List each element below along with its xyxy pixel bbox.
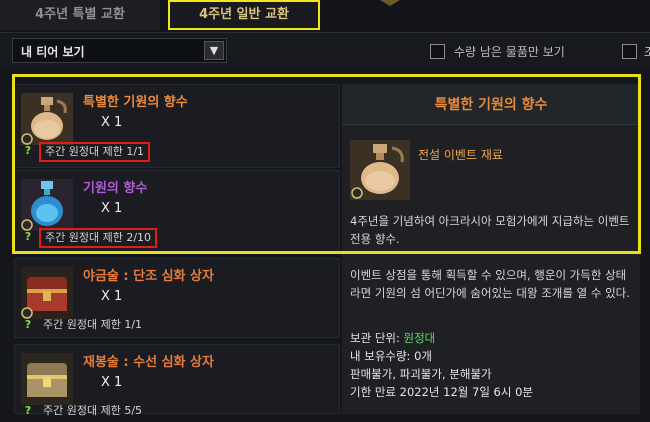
- owned-quantity: 내 보유수량: 0개: [350, 348, 432, 364]
- tab-general-exchange[interactable]: 4주년 일반 교환: [168, 0, 320, 30]
- question-icon[interactable]: ?: [21, 404, 35, 418]
- item-category: 전설 이벤트 재료: [418, 148, 503, 162]
- item-quantity: X 1: [101, 375, 123, 390]
- acquisition-text: 이벤트 상점을 통해 획득할 수 있으며, 행운이 가득한 상태라면 기원의 섬…: [350, 268, 630, 300]
- weekly-limit: 주간 원정대 제한 1/1: [39, 142, 151, 162]
- list-item[interactable]: 재봉술 : 수선 심화 상자 X 1 ? 주간 원정대 제한 5/5: [14, 344, 340, 417]
- weekly-limit: 주간 원정대 제한 5/5: [43, 404, 143, 417]
- tier-dropdown-label: 내 티어 보기: [21, 45, 85, 59]
- tab-bar: 4주년 특별 교환 4주년 일반 교환: [0, 0, 650, 33]
- item-detail-panel: 특별한 기원의 향수 전설 이벤트 재료 4주년을 기념하여 아크라시아 모험가…: [342, 84, 640, 414]
- item-quantity: X 1: [101, 115, 123, 130]
- expiry-date: 기한 만료 2022년 12월 7일 6시 0분: [350, 385, 534, 399]
- restriction-no-destroy: 파괴불가: [399, 367, 442, 381]
- list-item[interactable]: 기원의 향수 X 1 ? 주간 원정대 제한 2/10: [14, 170, 340, 254]
- item-quantity: X 1: [101, 289, 123, 304]
- tier-dropdown[interactable]: 내 티어 보기 ▼: [12, 38, 227, 63]
- red-chest-icon: [21, 267, 73, 319]
- restriction-no-sell: 판매불가: [350, 367, 393, 381]
- owned-value: 0개: [414, 349, 432, 363]
- storage-value: 원정대: [403, 331, 436, 345]
- item-name: 기원의 향수: [83, 181, 148, 196]
- second-filter-checkbox[interactable]: [622, 44, 637, 59]
- ornament-icon: [380, 0, 400, 6]
- weekly-limit: 주간 원정대 제한 2/10: [39, 228, 158, 248]
- item-name: 특별한 기원의 향수: [83, 95, 188, 110]
- question-icon[interactable]: ?: [21, 144, 35, 158]
- owned-label: 내 보유수량:: [350, 349, 415, 363]
- storage-unit: 보관 단위: 원정대: [350, 330, 435, 346]
- question-icon[interactable]: ?: [21, 318, 35, 332]
- perfume-bottle-icon: [21, 93, 73, 145]
- tab-special-exchange[interactable]: 4주년 특별 교환: [0, 0, 160, 30]
- question-icon[interactable]: ?: [21, 230, 35, 244]
- gold-chest-icon: [21, 353, 73, 405]
- detail-title: 특별한 기원의 향수: [434, 97, 548, 113]
- restriction-no-disassemble: 분해불가: [449, 367, 492, 381]
- item-quantity: X 1: [101, 201, 123, 216]
- second-filter-label: 조: [644, 45, 650, 59]
- chevron-down-icon[interactable]: ▼: [204, 41, 224, 60]
- storage-label: 보관 단위:: [350, 331, 404, 345]
- item-name: 재봉술 : 수선 심화 상자: [83, 355, 214, 370]
- perfume-bottle-icon: [350, 140, 410, 200]
- blue-perfume-bottle-icon: [21, 179, 73, 231]
- list-item[interactable]: 야금술 : 단조 심화 상자 X 1 ? 주간 원정대 제한 1/1: [14, 258, 340, 338]
- weekly-limit: 주간 원정대 제한 1/1: [43, 318, 143, 331]
- item-name: 야금술 : 단조 심화 상자: [83, 269, 214, 284]
- restrictions: 판매불가, 파괴불가, 분해불가: [350, 367, 492, 381]
- detail-header: 특별한 기원의 향수: [342, 84, 640, 125]
- item-description: 4주년을 기념하여 아크라시아 모험가에게 지급하는 이벤트 전용 향수.: [350, 214, 630, 246]
- remaining-only-checkbox[interactable]: [430, 44, 445, 59]
- filter-bar: 내 티어 보기 ▼ 수량 남은 물품만 보기 조: [0, 33, 650, 69]
- list-item[interactable]: 특별한 기원의 향수 X 1 ? 주간 원정대 제한 1/1: [14, 84, 340, 168]
- remaining-only-label: 수량 남은 물품만 보기: [454, 45, 565, 59]
